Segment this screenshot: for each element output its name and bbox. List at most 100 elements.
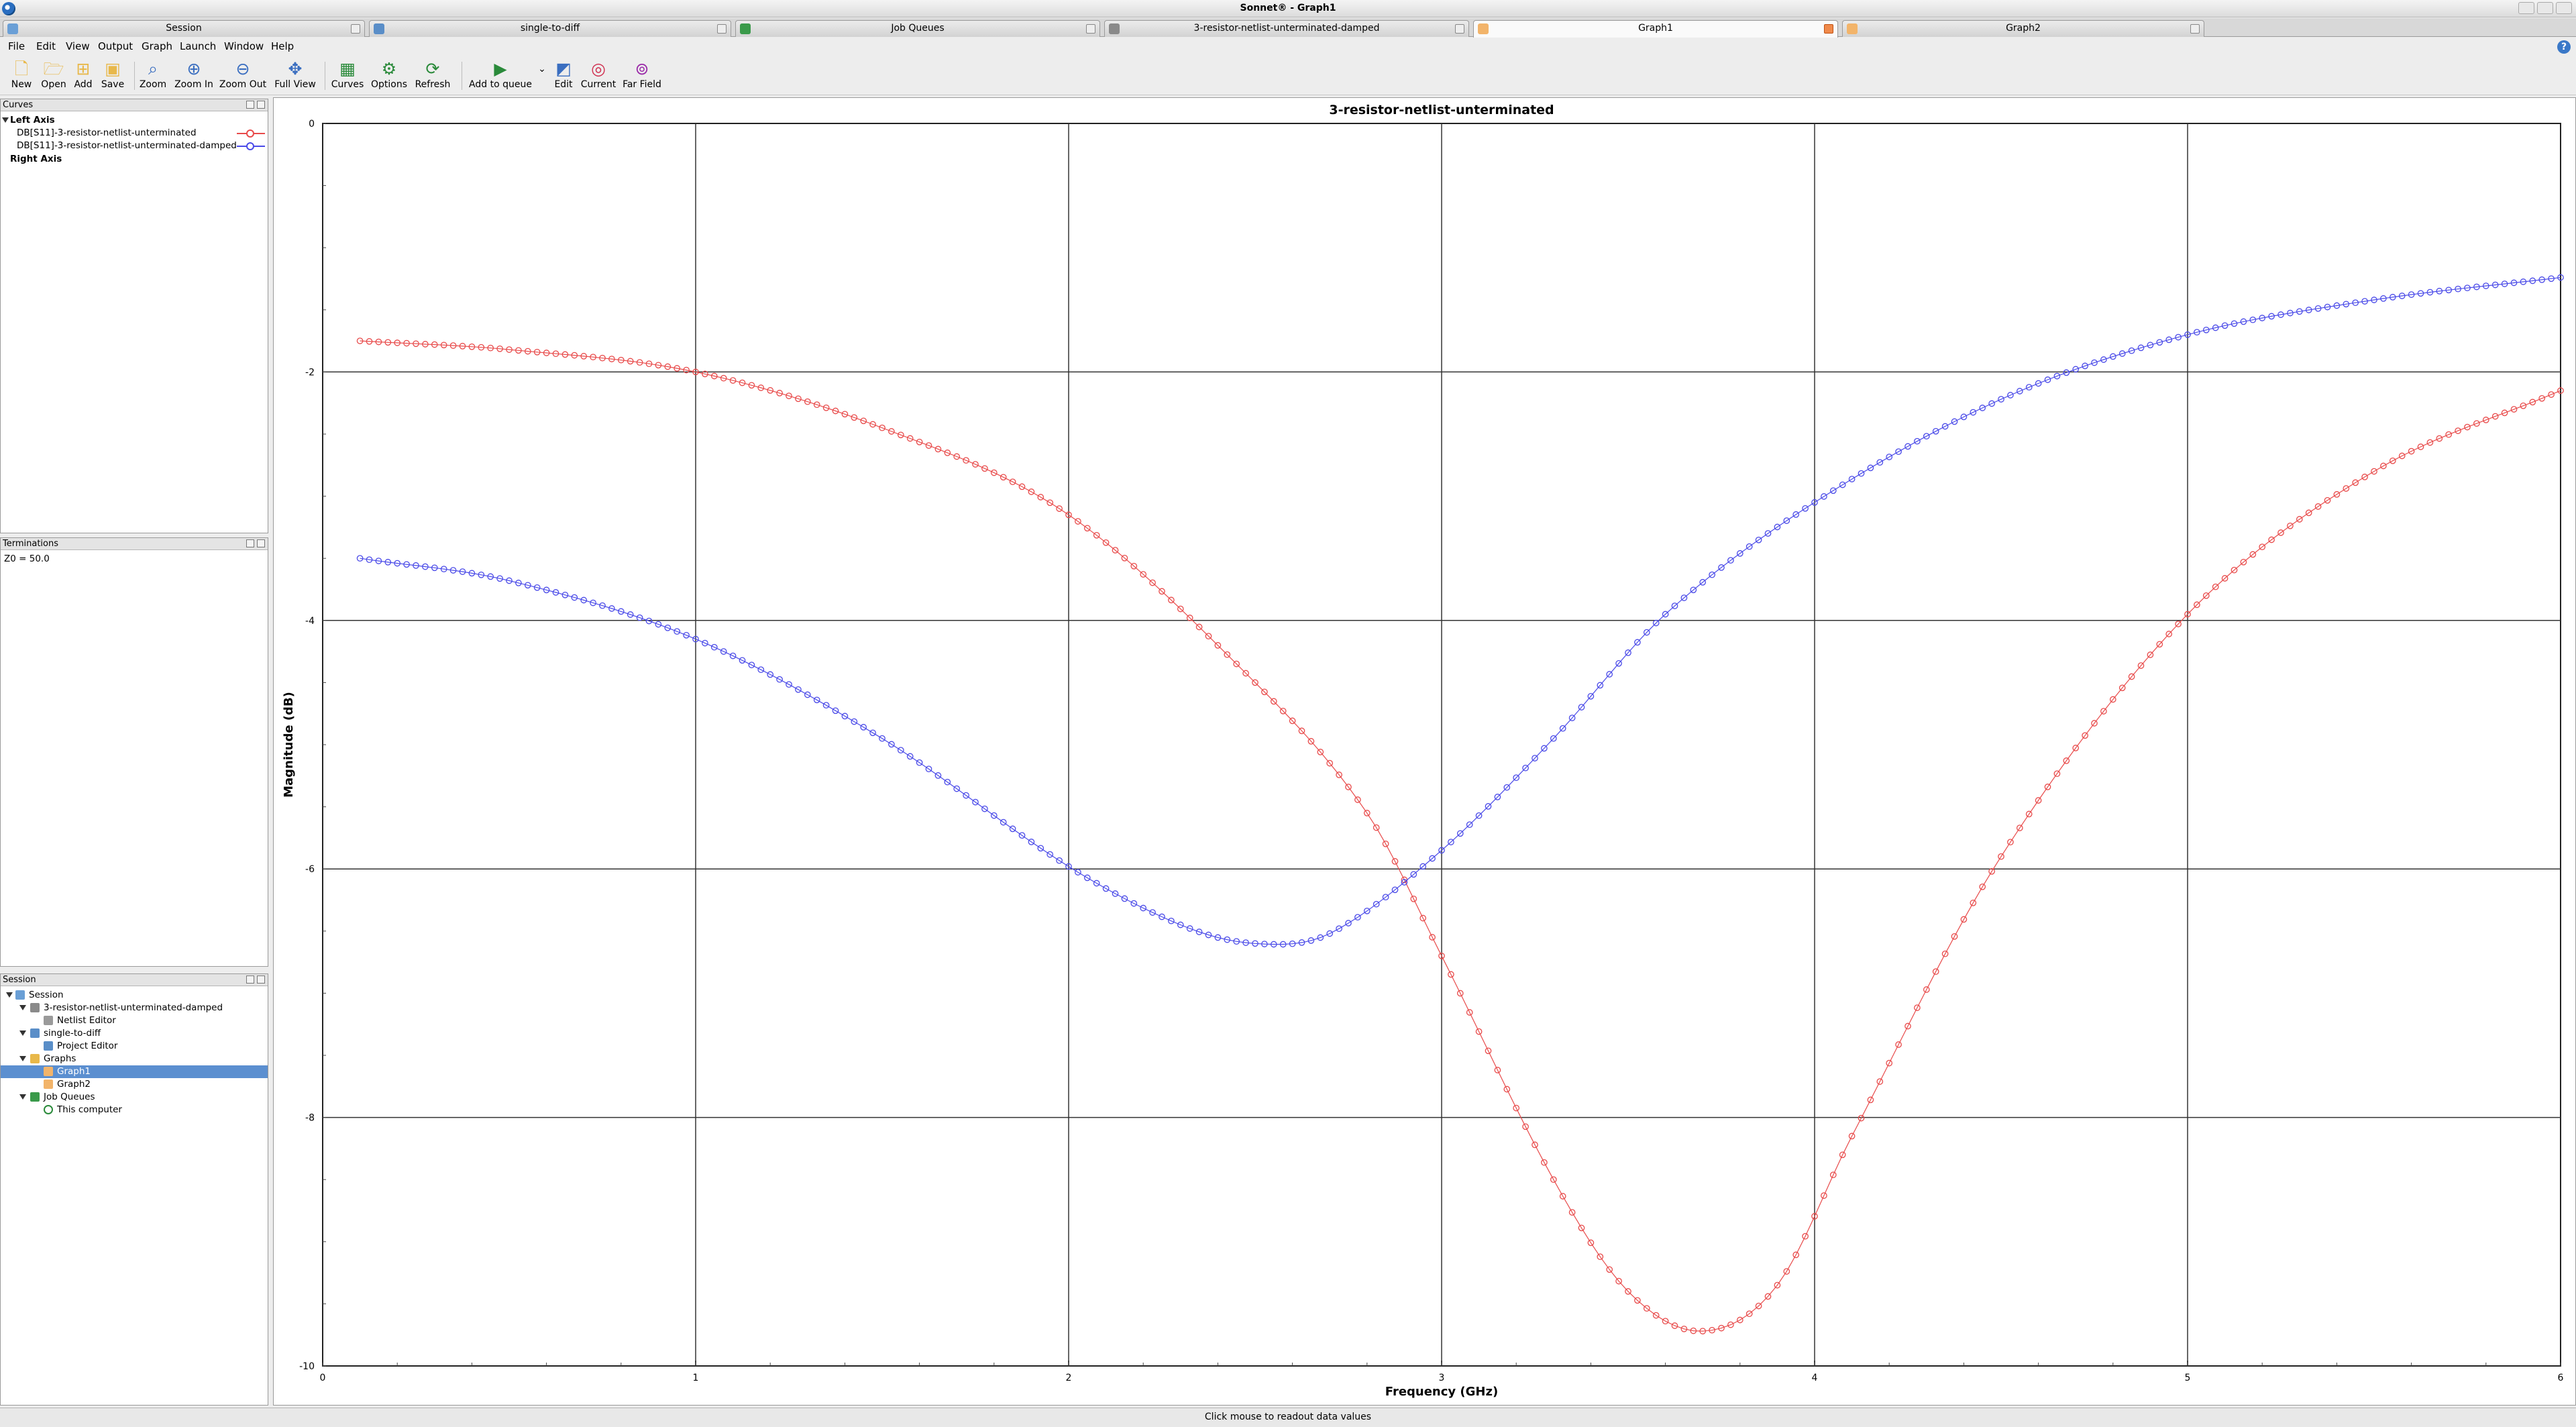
curves-panel-title: Curves [3,100,34,110]
options-button[interactable]: ⚙ Options [368,59,411,94]
tree-item-label: This computer [57,1104,122,1115]
zoom-in-label: Zoom In [174,79,213,90]
curve-item[interactable]: DB[S11]-3-resistor-netlist-unterminated [1,127,268,140]
s-parameter-chart[interactable]: 3-resistor-netlist-unterminated0 1 2 3 4 5 60-… [274,98,2575,1405]
panel-close-icon[interactable] [257,539,265,547]
expand-triangle-icon[interactable] [19,1030,26,1036]
tree-item-this-computer[interactable]: This computer [1,1104,268,1116]
tab-graph2[interactable]: Graph2 [1842,20,2204,37]
tab-graph1[interactable]: Graph1 [1473,20,1838,38]
session-icon [7,23,18,34]
tree-item-netlist[interactable]: 3-resistor-netlist-unterminated-damped [1,1002,268,1014]
computer-check-icon [44,1105,53,1114]
minimize-button[interactable] [2518,2,2534,14]
zoom-in-button[interactable]: ⊕ Zoom In [170,59,217,94]
menu-file[interactable]: File [8,40,25,52]
tree-item-graph1[interactable]: Graph1 [1,1065,268,1078]
expand-triangle-icon[interactable] [2,117,9,123]
zoom-out-icon: ⊖ [235,59,250,78]
maximize-button[interactable] [2537,2,2553,14]
refresh-button[interactable]: ⟳ Refresh [411,59,455,94]
expand-triangle-icon[interactable] [6,992,13,998]
panel-close-icon[interactable] [257,101,265,109]
tab-single-to-diff[interactable]: single-to-diff [369,20,731,37]
curve-item[interactable]: DB[S11]-3-resistor-netlist-unterminated-… [1,140,268,152]
netlist-icon [1109,23,1120,34]
tree-item-label: Job Queues [44,1092,95,1102]
x-tick-label: 3 [1439,1373,1445,1383]
full-view-button[interactable]: ✥ Full View [271,59,319,94]
menu-window[interactable]: Window [224,40,264,52]
tab-close-icon[interactable] [1824,24,1833,34]
job-queue-icon [30,1092,40,1102]
toolbar-separator [134,62,135,90]
project-icon [374,23,384,34]
far-field-button[interactable]: ⊚ Far Field [620,59,664,94]
tree-item-graph2[interactable]: Graph2 [1,1078,268,1091]
tab-session[interactable]: Session [3,20,365,37]
add-to-queue-dropdown[interactable]: ⌄ [535,59,549,94]
expand-triangle-icon[interactable] [19,1056,26,1061]
add-button[interactable]: ⊞ Add [70,59,97,94]
tree-item-graphs[interactable]: Graphs [1,1053,268,1065]
status-bar: Click mouse to readout data values [0,1408,2576,1427]
tree-item-project[interactable]: single-to-diff [1,1027,268,1040]
tab-close-icon[interactable] [1086,24,1095,34]
curves-panel-header: Curves [1,99,268,111]
open-button[interactable]: 🗁 Open [38,59,70,94]
far-field-icon: ⊚ [635,59,649,78]
help-icon[interactable]: ? [2557,40,2571,54]
netlist-editor-icon [44,1016,53,1025]
y-axis-label: Magnitude (dB) [282,692,296,798]
tab-netlist-damped[interactable]: 3-resistor-netlist-unterminated-damped [1104,20,1469,37]
tab-close-icon[interactable] [1455,24,1464,34]
tab-close-icon[interactable] [717,24,727,34]
expand-triangle-icon[interactable] [19,1094,26,1100]
current-button[interactable]: ◎ Current [578,59,619,94]
expand-triangle-icon[interactable] [19,1005,26,1010]
left-axis-node[interactable]: Left Axis [1,114,268,127]
save-icon: ▣ [105,59,121,78]
tree-item-session[interactable]: Session [1,989,268,1002]
tree-item-netlist-editor[interactable]: Netlist Editor [1,1014,268,1027]
menu-view[interactable]: View [66,40,90,52]
new-button[interactable]: 🗋 New [7,59,36,94]
project-editor-icon [44,1041,53,1051]
menu-graph[interactable]: Graph [142,40,172,52]
menu-output[interactable]: Output [98,40,133,52]
tab-close-icon[interactable] [2190,24,2200,34]
curves-button[interactable]: ▦ Curves [329,59,366,94]
tab-job-queues[interactable]: Job Queues [735,20,1100,37]
save-label: Save [101,79,125,90]
zoom-button[interactable]: ⌕ Zoom [137,59,169,94]
panel-float-icon[interactable] [246,539,254,547]
menu-edit[interactable]: Edit [36,40,56,52]
edit-label: Edit [554,79,573,90]
project-icon [30,1028,40,1038]
menu-launch[interactable]: Launch [180,40,216,52]
right-axis-node[interactable]: Right Axis [1,153,268,166]
panel-close-icon[interactable] [257,975,265,984]
add-to-queue-button[interactable]: ▶ Add to queue [466,59,535,94]
add-icon: ⊞ [76,59,91,78]
edit-icon: ◩ [555,59,572,78]
graph-panel[interactable]: 3-resistor-netlist-unterminated 0 1 2 3 4 5 6 0-… [273,97,2576,1406]
zoom-out-button[interactable]: ⊖ Zoom Out [217,59,268,94]
graph-icon [44,1079,53,1089]
menu-help[interactable]: Help [271,40,294,52]
panel-float-icon[interactable] [246,975,254,984]
tab-close-icon[interactable] [351,24,360,34]
x-tick-label: 6 [2558,1373,2564,1383]
edit-button[interactable]: ◩ Edit [550,59,577,94]
current-icon: ◎ [591,59,606,78]
tree-item-project-editor[interactable]: Project Editor [1,1040,268,1053]
full-view-label: Full View [274,79,316,90]
save-button[interactable]: ▣ Save [97,59,129,94]
y-tick-label: -6 [305,864,315,875]
graph-icon [44,1067,53,1076]
close-window-button[interactable] [2556,2,2572,14]
tab-label: Graph2 [2006,23,2041,34]
y-tick-label: -4 [305,616,315,627]
tree-item-job-queues[interactable]: Job Queues [1,1091,268,1104]
panel-float-icon[interactable] [246,101,254,109]
